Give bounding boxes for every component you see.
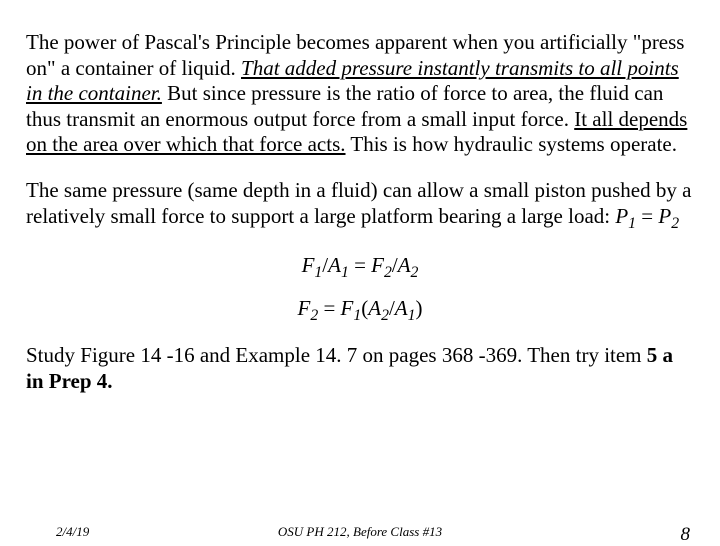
eq2-c: F (371, 253, 384, 277)
eq1-lhs-sub: 1 (628, 215, 636, 232)
eq1-equals: = (636, 204, 658, 228)
p2-text-1: The same pressure (same depth in a fluid… (26, 178, 691, 228)
p3-text-1: Study Figure 14 -16 and Example 14. 7 on… (26, 343, 647, 367)
footer-page-number: 8 (681, 524, 691, 546)
eq1-lhs-var: P (615, 204, 628, 228)
eq3-c: A (368, 296, 381, 320)
paragraph-2: The same pressure (same depth in a fluid… (26, 178, 694, 233)
eq3-a: F (298, 296, 311, 320)
paragraph-1: The power of Pascal's Principle becomes … (26, 30, 694, 158)
footer-course: OSU PH 212, Before Class #13 (0, 524, 720, 540)
eq3-ds: 1 (408, 307, 416, 324)
eq3-equals: = (318, 296, 340, 320)
eq2-d: A (398, 253, 411, 277)
eq3-b: F (341, 296, 354, 320)
paragraph-3: Study Figure 14 -16 and Example 14. 7 on… (26, 343, 694, 394)
equation-3: F2 = F1(A2/A1) (26, 296, 694, 325)
slide: The power of Pascal's Principle becomes … (0, 0, 720, 540)
eq2-b: A (328, 253, 341, 277)
eq2-bs: 1 (341, 264, 349, 281)
eq3-d: A (395, 296, 408, 320)
eq1-rhs-var: P (658, 204, 671, 228)
eq2-a: F (302, 253, 315, 277)
eq3-close: ) (416, 296, 423, 320)
eq2-cs: 2 (384, 264, 392, 281)
eq1-rhs-sub: 2 (671, 215, 679, 232)
equation-2: F1/A1 = F2/A2 (26, 253, 694, 282)
eq2-ds: 2 (411, 264, 419, 281)
eq2-equals: = (349, 253, 371, 277)
eq3-cs: 2 (381, 307, 389, 324)
p1-text-5: This is how hydraulic systems operate. (346, 132, 677, 156)
